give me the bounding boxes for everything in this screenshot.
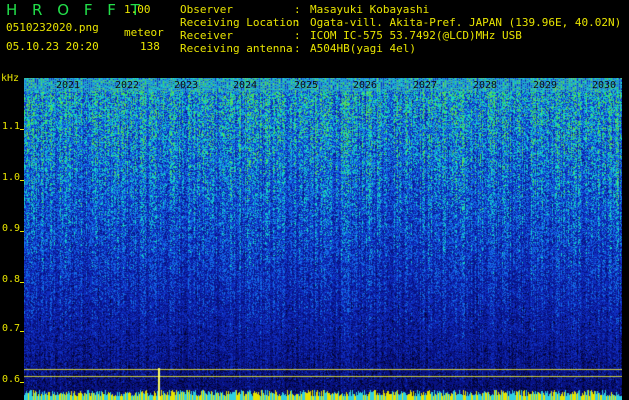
time-label: 2025 bbox=[294, 80, 319, 91]
frequency-axis: 1.1 1.0 0.9 0.8 0.7 0.6 bbox=[0, 78, 24, 400]
time-label: 2024 bbox=[233, 80, 258, 91]
y-label: 1.0 bbox=[2, 172, 21, 183]
y-label: 0.6 bbox=[2, 374, 21, 385]
time-label: 2023 bbox=[174, 80, 199, 91]
time-label: 2021 bbox=[56, 80, 81, 91]
right-margin bbox=[622, 78, 629, 400]
spectrogram bbox=[24, 78, 622, 400]
y-label: 0.9 bbox=[2, 223, 21, 234]
header-panel: H R O F F T 1.00 0510232020.png 05.10.23… bbox=[0, 0, 629, 78]
info-row-antenna: Receiving antenna: A504HB(yagi 4el) bbox=[180, 42, 416, 55]
info-row-observer: Observer: Masayuki Kobayashi bbox=[180, 3, 430, 16]
time-label: 2030 bbox=[592, 80, 617, 91]
station-info: Observer: Masayuki Kobayashi Receiving Lo… bbox=[180, 3, 621, 55]
info-row-receiver: Receiver: ICOM IC-575 53.7492(@LCD)MHz US… bbox=[180, 29, 522, 42]
y-label: 0.7 bbox=[2, 323, 21, 334]
info-row-location: Receiving Location: Ogata-vill. Akita-Pre… bbox=[180, 16, 622, 29]
time-label: 2022 bbox=[115, 80, 140, 91]
spectrogram-canvas bbox=[24, 78, 622, 400]
app-version: 1.00 bbox=[124, 3, 151, 16]
time-label: 2026 bbox=[353, 80, 378, 91]
observation-datetime: 05.10.23 20:20 bbox=[6, 40, 99, 53]
y-label: 0.8 bbox=[2, 274, 21, 285]
meteor-count: 138 bbox=[140, 40, 160, 53]
time-label: 2028 bbox=[473, 80, 498, 91]
meteor-label: meteor bbox=[124, 26, 164, 39]
file-name: 0510232020.png bbox=[6, 21, 99, 34]
time-label: 2029 bbox=[533, 80, 558, 91]
y-label: 1.1 bbox=[2, 121, 21, 132]
time-label: 2027 bbox=[413, 80, 438, 91]
